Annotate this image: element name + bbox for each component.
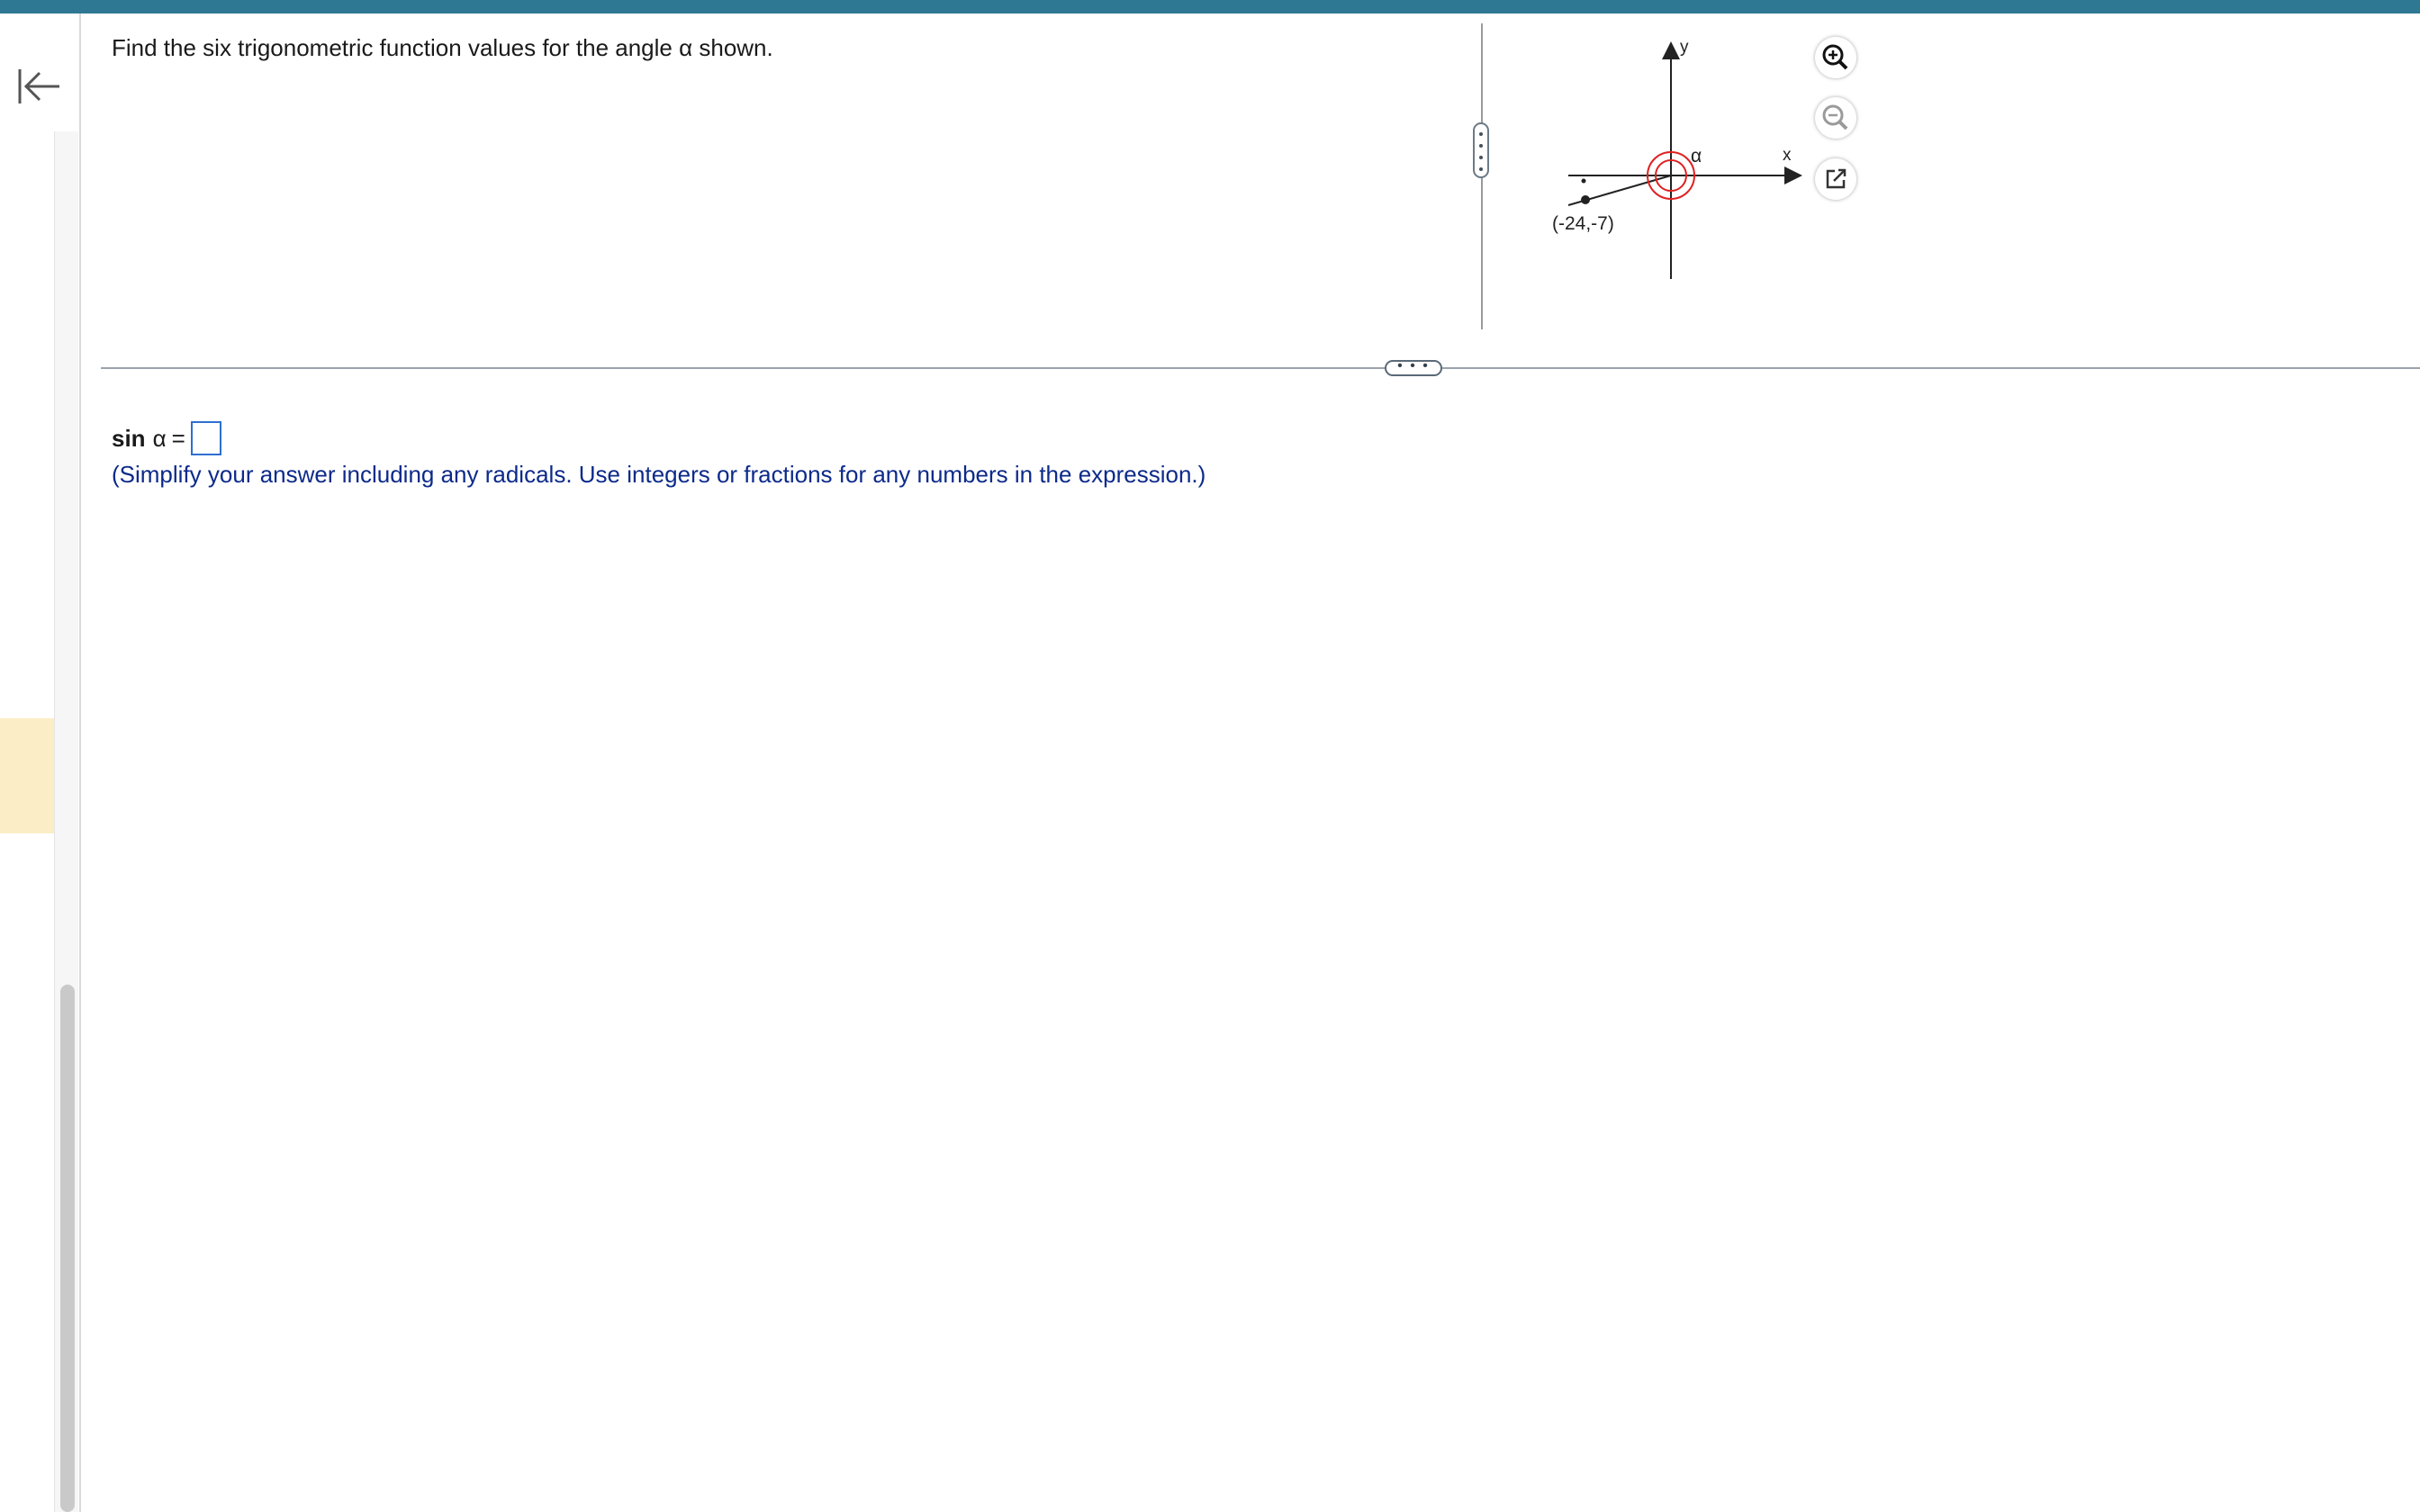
horizontal-divider (101, 367, 2420, 369)
angle-graph: y x α (-24,-7) (1552, 38, 1802, 279)
question-text: Find the six trigonometric function valu… (112, 34, 773, 61)
function-label: sin (112, 424, 146, 452)
zoom-in-icon (1822, 44, 1848, 70)
answer-row: sin α = (112, 421, 221, 455)
angle-symbol: α (152, 424, 167, 452)
zoom-in-button[interactable] (1815, 37, 1856, 78)
scrollbar-thumb[interactable] (60, 985, 75, 1512)
equals-sign: = (171, 424, 185, 452)
angle-label: α (1691, 146, 1702, 166)
terminal-point (1581, 195, 1590, 204)
collapse-left-icon (18, 69, 59, 104)
y-axis-label: y (1680, 38, 1689, 57)
popout-button[interactable] (1815, 158, 1856, 200)
vertical-resize-handle[interactable] (1473, 122, 1489, 178)
zoom-out-icon (1822, 104, 1848, 130)
small-dot (1581, 178, 1586, 184)
x-axis-label: x (1783, 146, 1792, 165)
horizontal-resize-handle[interactable]: • • • (1385, 359, 1442, 376)
top-bar (0, 0, 2420, 14)
collapse-panel-button[interactable] (16, 66, 65, 107)
sin-answer-input[interactable] (190, 421, 221, 455)
answer-hint: (Simplify your answer including any radi… (112, 461, 1206, 488)
question-highlight-marker (0, 718, 54, 833)
popout-icon (1826, 168, 1847, 189)
point-label: (-24,-7) (1552, 213, 1614, 234)
zoom-out-button[interactable] (1815, 97, 1856, 139)
